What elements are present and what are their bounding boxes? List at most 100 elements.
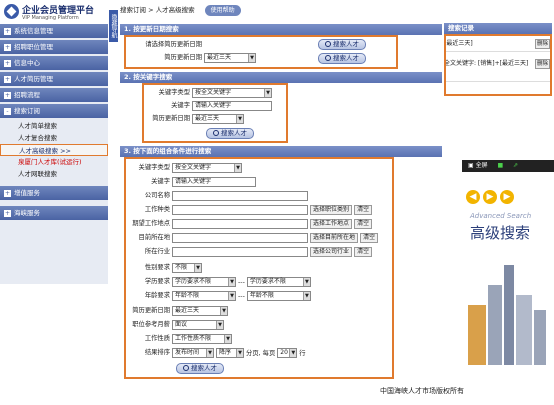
page-size-select[interactable]: 20 ▼	[277, 348, 298, 358]
hide-nav-tab[interactable]: 隐藏导航	[109, 10, 118, 42]
chevron-down-icon: ▼	[302, 278, 310, 286]
arrow-right-icon[interactable]: ▶	[500, 190, 514, 204]
current-location-input[interactable]	[172, 233, 309, 243]
sec3-type-select[interactable]: 按全文关键字 ▼	[172, 163, 243, 173]
sec2-keyword-input[interactable]: 请输入关键字	[192, 101, 273, 111]
education-from-select[interactable]: 学历要求不限 ▼	[172, 277, 237, 287]
plus-icon: +	[4, 209, 11, 217]
age-to-select[interactable]: 年龄不限 ▼	[246, 291, 311, 301]
save-icon[interactable]: ■	[498, 162, 504, 169]
help-button[interactable]: 使用帮助	[204, 5, 241, 16]
viewer-toolbar: ▣ 全屏 ■ ⇗	[462, 160, 554, 172]
sidebar: + 系统信息管理 + 招聘职位管理 + 信息中心 + 人才简历管理 + 招聘流程 - 搜索订…	[0, 24, 108, 284]
sidebar-item-advanced-search[interactable]: 人才高级搜索 >>	[0, 144, 108, 156]
records-header: 搜索记录	[444, 23, 552, 34]
sidebar-section-value[interactable]: + 增值服务	[0, 186, 108, 200]
job-nature-select[interactable]: 工作性质不限 ▼	[172, 334, 233, 344]
plus-icon: +	[4, 75, 11, 83]
education-to-select[interactable]: 学历要求不限 ▼	[246, 277, 311, 287]
sidebar-section-strait[interactable]: + 海峡服务	[0, 206, 108, 220]
sort-dir-select[interactable]: 降序 ▼	[216, 348, 245, 358]
sec3-edu-label: 学历要求	[144, 278, 170, 285]
chevron-down-icon: ▼	[206, 349, 214, 357]
plus-icon: +	[4, 91, 11, 99]
sidebar-item-simple-search[interactable]: 人才简单搜索	[0, 120, 108, 132]
city-illustration	[468, 245, 552, 365]
select-job-category-button[interactable]: 选择职位类别	[310, 205, 353, 215]
plus-icon: +	[4, 59, 11, 67]
chevron-down-icon: ▼	[302, 292, 310, 300]
sec1-search-button[interactable]: 搜索人才	[318, 39, 366, 50]
section1-header: 1. 按更新日期搜索	[120, 24, 442, 35]
sec2-date-select[interactable]: 最近三天 ▼	[192, 114, 245, 124]
page-unit: 行	[299, 350, 306, 357]
chevron-down-icon: ▼	[224, 335, 232, 343]
chevron-down-icon: ▼	[264, 89, 272, 97]
sec1-label2: 简历更新日期	[164, 54, 202, 61]
sec3-salary-label: 职位参考月薪	[132, 321, 170, 328]
sec2-date-label: 简历更新日期	[152, 115, 190, 122]
sec3-kw-label: 关键字	[151, 178, 170, 185]
sidebar-section-process[interactable]: + 招聘流程	[0, 88, 108, 102]
sec3-sort-label: 结果排序	[144, 349, 170, 356]
share-icon[interactable]: ⇗	[513, 162, 518, 169]
sec3-keyword-input[interactable]: 请输入关键字	[172, 177, 257, 187]
sidebar-section-resumes[interactable]: + 人才简历管理	[0, 72, 108, 86]
platform-subtitle: VIP Managing Platform	[22, 15, 79, 21]
arrow-right-icon[interactable]: ▶	[483, 190, 497, 204]
breadcrumb-advanced: 人才高级搜索	[155, 6, 195, 14]
breadcrumb-search[interactable]: 搜索订阅	[120, 6, 146, 14]
adv-search-en: Advanced Search	[470, 212, 532, 220]
industry-input[interactable]	[172, 247, 309, 257]
sidebar-section-system[interactable]: + 系统信息管理	[0, 24, 108, 38]
sidebar-item-talent-pool[interactable]: 泉厦门人才库(试运行)	[0, 156, 108, 168]
sidebar-section-info[interactable]: + 信息中心	[0, 56, 108, 70]
sec3-type-label: 关键字类型	[138, 164, 170, 171]
sec1-label1: 请选择简历更新日期	[145, 41, 202, 48]
logo: 企业会员管理平台 VIP Managing Platform	[0, 0, 108, 24]
clear-location-button[interactable]: 清空	[354, 219, 373, 229]
chevron-down-icon: ▼	[236, 349, 244, 357]
sec2-search-button[interactable]: 搜索人才	[206, 128, 254, 139]
sec2-type-select[interactable]: 按全文关键字 ▼	[192, 88, 273, 98]
sort-by-select[interactable]: 发布时间 ▼	[172, 348, 215, 358]
company-name-input[interactable]	[172, 191, 309, 201]
fullscreen-icon[interactable]: ▣	[468, 162, 474, 169]
minus-icon: -	[4, 107, 11, 115]
age-from-select[interactable]: 年龄不限 ▼	[172, 291, 237, 301]
copyright-footer: 中国海峡人才市场版权所有	[380, 387, 464, 395]
sec3-gender-label: 性别要求	[144, 264, 170, 271]
sidebar-section-search[interactable]: - 搜索订阅	[0, 104, 108, 118]
chevron-down-icon: ▼	[228, 278, 236, 286]
sec3-search-button[interactable]: 搜索人才	[176, 363, 224, 374]
fullscreen-label[interactable]: 全屏	[476, 162, 488, 169]
sidebar-item-network-search[interactable]: 人才网联搜索	[0, 168, 108, 180]
sec2-kw-label: 关键字	[171, 102, 190, 109]
gender-select[interactable]: 不限 ▼	[172, 263, 203, 273]
sec3-company-label: 公司名称	[144, 192, 170, 199]
select-industry-button[interactable]: 选择公司行业	[310, 247, 353, 257]
clear-industry-button[interactable]: 清空	[354, 247, 373, 257]
clear-current-button[interactable]: 清空	[360, 233, 379, 243]
arrow-left-icon[interactable]: ◀	[466, 190, 480, 204]
page-text: 分页, 每页	[246, 350, 276, 357]
job-category-input[interactable]	[172, 205, 309, 215]
sec3-loc-label: 期望工作地点	[132, 220, 170, 227]
sec3-cur-label: 目前所在地	[138, 234, 170, 241]
chevron-down-icon: ▼	[216, 321, 224, 329]
sidebar-section-jobs[interactable]: + 招聘职位管理	[0, 40, 108, 54]
sidebar-item-compound-search[interactable]: 人才复合搜索	[0, 132, 108, 144]
age-dash: ---	[238, 293, 245, 300]
sec1-date-select[interactable]: 最近三天 ▼	[204, 53, 257, 63]
chevron-down-icon: ▼	[220, 307, 228, 315]
update-date-select[interactable]: 最近三天 ▼	[172, 306, 229, 316]
clear-job-button[interactable]: 清空	[354, 205, 373, 215]
select-current-location-button[interactable]: 选择目前所在地	[310, 233, 359, 243]
plus-icon: +	[4, 189, 11, 197]
work-location-input[interactable]	[172, 219, 309, 229]
salary-select[interactable]: 面议 ▼	[172, 320, 225, 330]
sec1-search-button-2[interactable]: 搜索人才	[318, 53, 366, 64]
select-work-location-button[interactable]: 选择工作地点	[310, 219, 353, 229]
sec3-ind-label: 所在行业	[144, 248, 170, 255]
chevron-down-icon: ▼	[236, 115, 244, 123]
